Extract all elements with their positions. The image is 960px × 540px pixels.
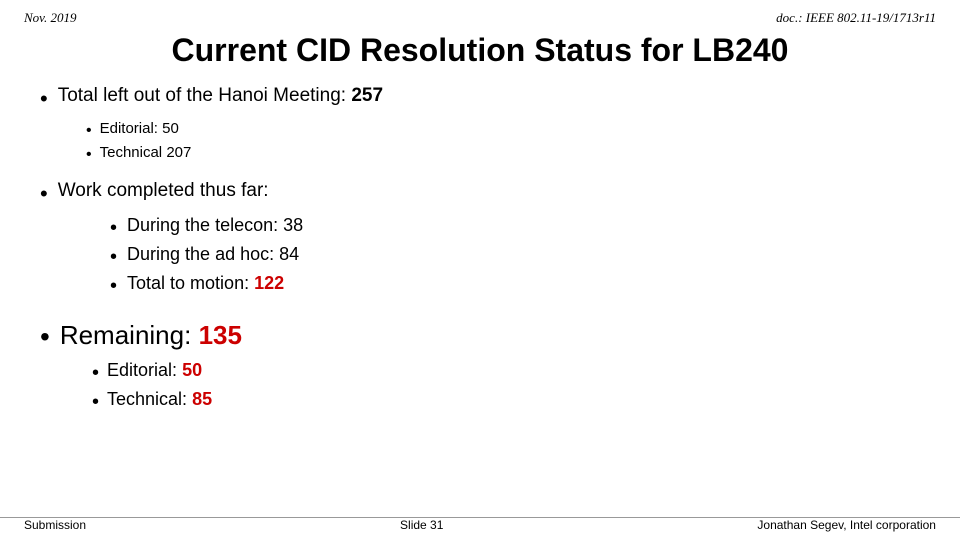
header-date: Nov. 2019 — [24, 10, 76, 26]
bullet-technical: • Technical 207 — [86, 144, 920, 166]
header-doc: doc.: IEEE 802.11-19/1713r11 — [776, 10, 936, 26]
bullet-editorial: • Editorial: 50 — [86, 120, 920, 142]
bullet-dot-rem-editorial: • — [92, 360, 99, 387]
bullet-dot-remaining: • — [40, 320, 50, 354]
bullet-telecon: • During the telecon: 38 — [110, 215, 920, 242]
bullet-rem-technical: • Technical: 85 — [92, 389, 920, 416]
bullet-telecon-text: During the telecon: 38 — [127, 215, 303, 236]
bullet-rem-technical-text: Technical: 85 — [107, 389, 212, 410]
bullet-dot-editorial: • — [86, 120, 92, 142]
bullet-rem-editorial-text: Editorial: 50 — [107, 360, 202, 381]
footer-right: Jonathan Segev, Intel corporation — [757, 518, 936, 532]
bullet-dot-telecon: • — [110, 215, 117, 242]
content-area: • Total left out of the Hanoi Meeting: 2… — [0, 85, 960, 416]
footer-center: Slide 31 — [400, 518, 443, 532]
bullet-dot-technical: • — [86, 144, 92, 166]
bullet-editorial-text: Editorial: 50 — [100, 120, 179, 137]
bullet-dot-motion: • — [110, 273, 117, 300]
bullet-technical-text: Technical 207 — [100, 144, 192, 161]
bullet-total: • Total left out of the Hanoi Meeting: 2… — [40, 85, 920, 114]
bullet-work-text: Work completed thus far: — [58, 180, 269, 202]
bullet-dot-1: • — [40, 85, 48, 114]
header: Nov. 2019 doc.: IEEE 802.11-19/1713r11 — [0, 0, 960, 26]
slide-title: Current CID Resolution Status for LB240 — [24, 32, 936, 69]
bullet-dot-2: • — [40, 180, 48, 209]
bullet-remaining-text: Remaining: 135 — [60, 320, 242, 351]
remaining-section: • Remaining: 135 • Editorial: 50 • T — [40, 320, 920, 416]
footer-left: Submission — [24, 518, 86, 532]
bullet-motion-text: Total to motion: 122 — [127, 273, 284, 294]
bullet-total-motion: • Total to motion: 122 — [110, 273, 920, 300]
slide: Nov. 2019 doc.: IEEE 802.11-19/1713r11 C… — [0, 0, 960, 540]
bullet-remaining: • Remaining: 135 — [40, 320, 920, 354]
footer: Submission Slide 31 Jonathan Segev, Inte… — [0, 517, 960, 532]
bullet-work: • Work completed thus far: — [40, 180, 920, 209]
bullet-dot-adhoc: • — [110, 244, 117, 271]
bullet-adhoc-text: During the ad hoc: 84 — [127, 244, 299, 265]
bullet-adhoc: • During the ad hoc: 84 — [110, 244, 920, 271]
bullet-total-text: Total left out of the Hanoi Meeting: 257 — [58, 85, 383, 107]
bullet-dot-rem-technical: • — [92, 389, 99, 416]
bullet-rem-editorial: • Editorial: 50 — [92, 360, 920, 387]
